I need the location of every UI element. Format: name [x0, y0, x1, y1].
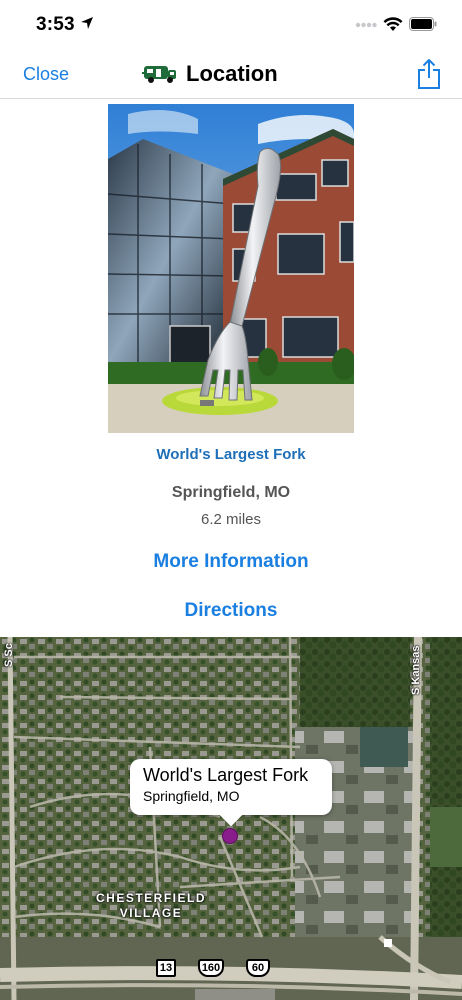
- share-icon[interactable]: [416, 58, 442, 90]
- area-label-line1: CHESTERFIELD: [96, 891, 207, 905]
- status-bar: 3:53: [0, 0, 462, 50]
- location-photo: [108, 104, 354, 433]
- page-title: Location: [186, 61, 278, 86]
- route-shield-13: 13: [156, 959, 176, 977]
- route-shield-160: 160: [198, 959, 224, 977]
- place-distance: 6.2 miles: [200, 511, 262, 528]
- area-label: CHESTERFIELD VILLAGE: [96, 891, 206, 921]
- satellite-map[interactable]: S Sc S Kansas CHESTERFIELD VILLAGE World…: [0, 637, 462, 1000]
- wifi-icon: [383, 17, 403, 31]
- road-label-s-kansas: S Kansas: [410, 645, 422, 695]
- map-callout[interactable]: World's Largest Fork Springfield, MO: [130, 759, 332, 815]
- place-city: Springfield, MO: [171, 484, 291, 501]
- road-label-s-sc: S Sc: [3, 643, 15, 667]
- nav-title-group: Location: [142, 58, 278, 90]
- rv-camper-icon: [142, 66, 176, 83]
- route-shield-60: 60: [246, 959, 270, 977]
- callout-subtitle: Springfield, MO: [143, 788, 240, 804]
- directions-button[interactable]: Directions: [0, 600, 462, 622]
- close-button[interactable]: Close: [23, 64, 69, 85]
- location-arrow-icon: [81, 17, 93, 29]
- more-information-button[interactable]: More Information: [0, 551, 462, 573]
- place-name[interactable]: World's Largest Fork: [0, 446, 462, 463]
- callout-title: World's Largest Fork: [143, 765, 309, 785]
- area-label-line2: VILLAGE: [119, 906, 183, 920]
- map-pin-icon[interactable]: [222, 828, 238, 844]
- navigation-bar: Close Location: [0, 50, 462, 99]
- status-time: 3:53: [36, 14, 75, 35]
- cellular-signal-icon: [355, 22, 377, 28]
- battery-icon: [409, 17, 437, 31]
